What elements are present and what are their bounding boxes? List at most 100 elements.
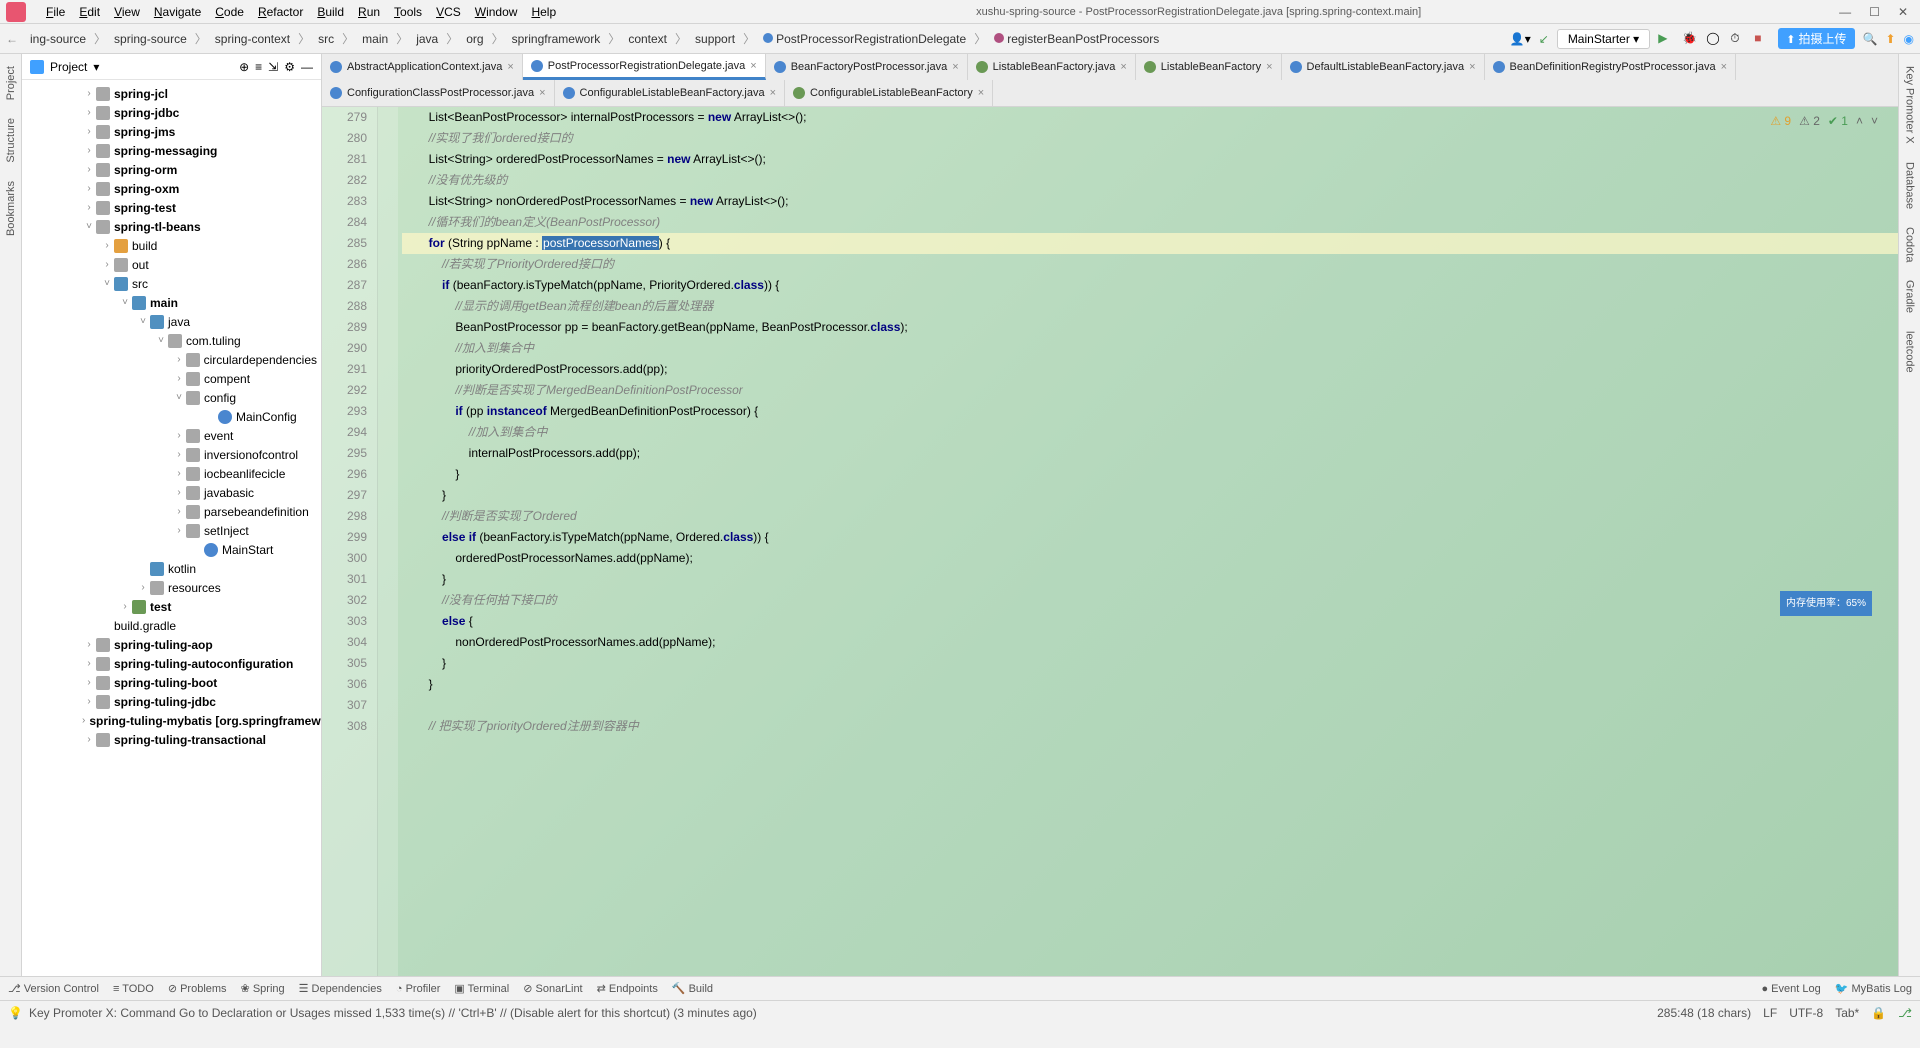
tree-node[interactable]: ˅java — [22, 312, 321, 331]
tab-close-icon[interactable]: × — [770, 87, 776, 99]
tab-close-icon[interactable]: × — [1721, 61, 1727, 73]
tab-close-icon[interactable]: × — [1120, 61, 1126, 73]
menu-build[interactable]: Build — [311, 3, 350, 21]
bottom-tab-endpoints[interactable]: ⇄ Endpoints — [597, 982, 658, 995]
breadcrumb-item[interactable]: context — [622, 30, 673, 48]
indent[interactable]: Tab* — [1835, 1006, 1859, 1020]
tab-close-icon[interactable]: × — [1266, 61, 1272, 73]
tab-close-icon[interactable]: × — [507, 61, 513, 73]
right-tab-codota[interactable]: Codota — [1902, 223, 1918, 266]
menu-run[interactable]: Run — [352, 3, 386, 21]
tree-node[interactable]: ›out — [22, 255, 321, 274]
tree-node[interactable]: ›inversionofcontrol — [22, 445, 321, 464]
upload-badge[interactable]: ⬆ 拍摄上传 — [1778, 28, 1854, 49]
editor-tab[interactable]: BeanDefinitionRegistryPostProcessor.java… — [1485, 54, 1736, 80]
file-encoding[interactable]: UTF-8 — [1789, 1006, 1823, 1020]
editor-tab[interactable]: AbstractApplicationContext.java× — [322, 54, 523, 80]
tree-node[interactable]: ›parsebeandefinition — [22, 502, 321, 521]
tree-node[interactable]: ›spring-oxm — [22, 179, 321, 198]
debug-icon[interactable]: 🐞 — [1682, 31, 1698, 47]
line-ending[interactable]: LF — [1763, 1006, 1777, 1020]
maximize-icon[interactable]: ☐ — [1869, 5, 1880, 19]
tree-node[interactable]: ›javabasic — [22, 483, 321, 502]
collapse-icon[interactable]: ⇲ — [268, 60, 278, 74]
run-config-select[interactable]: MainStarter ▾ — [1557, 29, 1650, 49]
breadcrumb-item[interactable]: org — [460, 30, 489, 48]
bottom-tab-terminal[interactable]: ▣ Terminal — [454, 982, 509, 995]
caret-position[interactable]: 285:48 (18 chars) — [1657, 1006, 1751, 1020]
tree-node[interactable]: ˅src — [22, 274, 321, 293]
project-tree[interactable]: ›spring-jcl›spring-jdbc›spring-jms›sprin… — [22, 80, 321, 976]
tab-close-icon[interactable]: × — [978, 87, 984, 99]
close-icon[interactable]: ✕ — [1898, 5, 1908, 19]
left-tab-bookmarks[interactable]: Bookmarks — [3, 177, 19, 240]
breadcrumb-item[interactable]: PostProcessorRegistrationDelegate — [757, 30, 972, 48]
bottom-tab-spring[interactable]: ❀ Spring — [241, 982, 285, 995]
bottom-tab-sonarlint[interactable]: ⊘ SonarLint — [523, 982, 582, 995]
tree-node[interactable]: kotlin — [22, 559, 321, 578]
menu-edit[interactable]: Edit — [73, 3, 106, 21]
menu-help[interactable]: Help — [525, 3, 562, 21]
tree-node[interactable]: ›spring-jdbc — [22, 103, 321, 122]
dropdown-icon[interactable]: ▾ — [93, 60, 99, 74]
tree-node[interactable]: ›test — [22, 597, 321, 616]
breadcrumb-item[interactable]: spring-context — [209, 30, 296, 48]
hide-icon[interactable]: — — [301, 60, 313, 74]
tab-close-icon[interactable]: × — [952, 61, 958, 73]
tree-node[interactable]: ˅com.tuling — [22, 331, 321, 350]
menu-navigate[interactable]: Navigate — [148, 3, 207, 21]
ide-icon[interactable]: ◉ — [1904, 32, 1914, 46]
down-icon[interactable]: ˅ — [1871, 111, 1878, 132]
tree-node[interactable]: ›spring-test — [22, 198, 321, 217]
tree-node[interactable]: ›spring-tuling-boot — [22, 673, 321, 692]
profile-icon[interactable]: ⏱ — [1730, 31, 1746, 47]
tree-node[interactable]: build.gradle — [22, 616, 321, 635]
git-icon[interactable]: ⎇ — [1898, 1006, 1912, 1020]
menu-refactor[interactable]: Refactor — [252, 3, 309, 21]
code-area[interactable]: 2792802812822832842852862872882892902912… — [322, 107, 1898, 976]
tree-node[interactable]: ›spring-orm — [22, 160, 321, 179]
menu-code[interactable]: Code — [209, 3, 250, 21]
left-tab-project[interactable]: Project — [3, 62, 19, 104]
settings-icon[interactable]: ⚙ — [284, 60, 295, 74]
run-icon[interactable]: ▶ — [1658, 31, 1674, 47]
source-code[interactable]: List<BeanPostProcessor> internalPostProc… — [398, 107, 1898, 976]
tree-node[interactable]: ›build — [22, 236, 321, 255]
hammer-icon[interactable]: ↙ — [1539, 32, 1549, 46]
back-icon[interactable]: ← — [6, 32, 18, 46]
tree-node[interactable]: ›spring-jms — [22, 122, 321, 141]
editor-tab[interactable]: ConfigurableListableBeanFactory× — [785, 80, 993, 106]
bottom-tab-dependencies[interactable]: ☰ Dependencies — [299, 982, 382, 995]
bottom-tab-todo[interactable]: ≡ TODO — [113, 983, 154, 995]
editor-tab[interactable]: PostProcessorRegistrationDelegate.java× — [523, 54, 766, 80]
tree-node[interactable]: ›circulardependencies — [22, 350, 321, 369]
right-tab-leetcode[interactable]: leetcode — [1902, 327, 1918, 377]
menu-file[interactable]: File — [40, 3, 71, 21]
tab-close-icon[interactable]: × — [750, 60, 756, 72]
minimize-icon[interactable]: — — [1839, 5, 1851, 19]
bottom-tab-build[interactable]: 🔨 Build — [672, 982, 713, 995]
right-tab-gradle[interactable]: Gradle — [1902, 276, 1918, 317]
tree-node[interactable]: ˅config — [22, 388, 321, 407]
right-tab-key-promoter-x[interactable]: Key Promoter X — [1902, 62, 1918, 148]
coverage-icon[interactable]: ◯ — [1706, 31, 1722, 47]
tree-node[interactable]: ›resources — [22, 578, 321, 597]
editor-tab[interactable]: DefaultListableBeanFactory.java× — [1282, 54, 1485, 80]
bottom-tab-problems[interactable]: ⊘ Problems — [168, 982, 227, 995]
bottom-tab-event-log[interactable]: ● Event Log — [1761, 983, 1820, 995]
inspection-summary[interactable]: ⚠ 9 ⚠ 2 ✔ 1 ˄ ˅ — [1770, 111, 1878, 132]
up-icon[interactable]: ˄ — [1856, 111, 1863, 132]
search-icon[interactable]: 🔍 — [1863, 32, 1878, 46]
tree-node[interactable]: ›spring-messaging — [22, 141, 321, 160]
tree-node[interactable]: ›compent — [22, 369, 321, 388]
menu-tools[interactable]: Tools — [388, 3, 428, 21]
editor-tab[interactable]: ConfigurationClassPostProcessor.java× — [322, 80, 555, 106]
tree-node[interactable]: ›spring-tuling-autoconfiguration — [22, 654, 321, 673]
tree-node[interactable]: ›spring-tuling-transactional — [22, 730, 321, 749]
bottom-tab-mybatis-log[interactable]: 🐦 MyBatis Log — [1835, 982, 1912, 995]
breadcrumb-item[interactable]: springframework — [506, 30, 607, 48]
tree-node[interactable]: ˅spring-tl-beans — [22, 217, 321, 236]
bottom-tab-version-control[interactable]: ⎇ Version Control — [8, 982, 99, 995]
editor-tab[interactable]: ListableBeanFactory.java× — [968, 54, 1136, 80]
right-tab-database[interactable]: Database — [1902, 158, 1918, 213]
